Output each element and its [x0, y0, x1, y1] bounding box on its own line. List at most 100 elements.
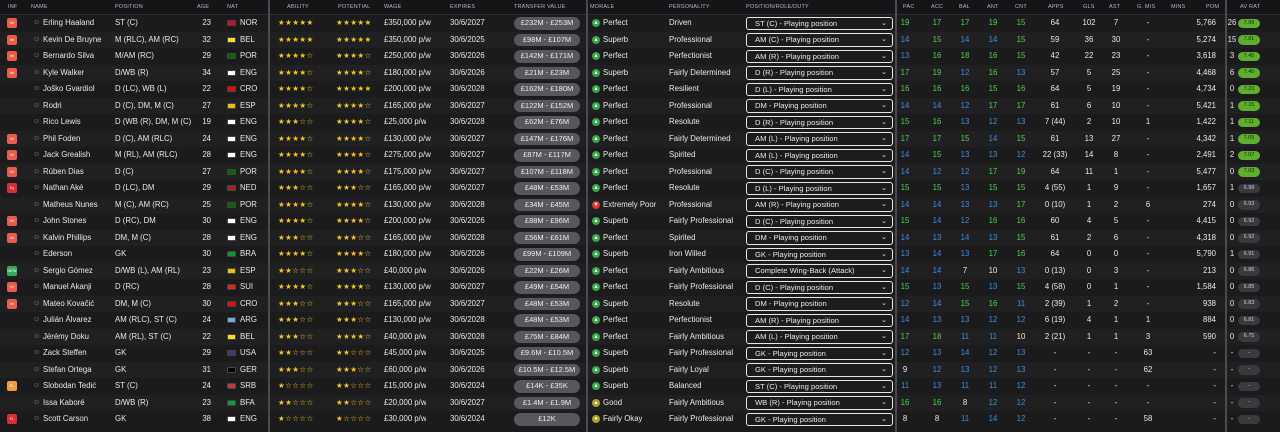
table-row[interactable]: ☺ Julián Álvarez AM (RLC), ST (C) 24 ARG ★★★☆… — [0, 312, 1280, 329]
info-badge[interactable]: Inf — [7, 150, 17, 160]
table-row[interactable]: Inf ☺ Phil Foden D (C), AM (RLC) 24 ENG ★★★★☆ ★… — [0, 130, 1280, 148]
info-badge[interactable]: Inf — [7, 133, 17, 144]
header-pac[interactable]: PAC — [903, 4, 915, 10]
role-duty-dropdown[interactable]: AM (L) - Playing position ⌄ — [746, 132, 893, 146]
header-personality[interactable]: PERSONALITY — [669, 4, 710, 10]
role-duty-dropdown[interactable]: DM - Playing position ⌄ — [746, 231, 893, 245]
player-name[interactable]: Ederson — [43, 246, 72, 263]
table-row[interactable]: ☺ Jérémy Doku AM (RL), ST (C) 22 BEL ★★★☆☆ ★★★… — [0, 328, 1280, 346]
role-duty-dropdown[interactable]: DM - Playing position ⌄ — [746, 99, 893, 113]
player-name[interactable]: Manuel Akanji — [43, 279, 92, 296]
role-duty-dropdown[interactable]: ST (C) - Playing position ⌄ — [746, 16, 893, 30]
info-badge[interactable]: Inf — [7, 18, 17, 28]
table-row[interactable]: Inf ☺ Bernardo Silva M/AM (RC) 29 POR ★★★★☆ ★★★… — [0, 48, 1280, 65]
table-row[interactable]: ☺ Stefan Ortega GK 31 GER ★★★☆☆ ★★★☆☆ £60,000 p… — [0, 361, 1280, 378]
table-row[interactable]: Inf ☺ Kyle Walker D/WB (R) 34 ENG ★★★★☆ ★★★★☆ £1… — [0, 64, 1280, 81]
info-badge[interactable]: Inf — [7, 232, 17, 243]
player-name[interactable]: Nathan Aké — [43, 180, 83, 197]
info-badge[interactable]: Inj — [7, 183, 17, 193]
header-expires[interactable]: EXPIRES — [450, 4, 475, 10]
table-row[interactable]: NEW ☺ Sergio Gómez D/WB (L), AM (RL) 23 ESP ★★… — [0, 262, 1280, 280]
player-name[interactable]: Scott Carson — [43, 411, 88, 428]
header-cnt[interactable]: CNT — [1015, 4, 1027, 10]
table-row[interactable]: ☺ Matheus Nunes M (C), AM (RC) 25 POR ★★★★☆ ★★… — [0, 196, 1280, 213]
player-name[interactable]: Sergio Gómez — [43, 263, 93, 280]
player-name[interactable]: Slobodan Tedić — [43, 378, 96, 395]
player-name[interactable]: Rodri — [43, 98, 62, 115]
table-row[interactable]: Inf ☺ Erling Haaland ST (C) 23 NOR ★★★★★ ★★★★★ £… — [0, 15, 1280, 32]
header-gls[interactable]: GLS — [1083, 4, 1095, 10]
header-morale[interactable]: MORALE — [590, 4, 614, 10]
role-duty-dropdown[interactable]: GK - Playing position ⌄ — [746, 363, 893, 377]
role-duty-dropdown[interactable]: D (R) - Playing position ⌄ — [746, 66, 893, 80]
player-name[interactable]: John Stones — [43, 213, 86, 230]
info-badge[interactable]: Inf — [7, 282, 17, 292]
player-name[interactable]: Jérémy Doku — [43, 329, 89, 346]
info-badge[interactable]: Inf — [7, 166, 17, 177]
table-row[interactable]: Inj ☺ Nathan Aké D (LC), DM 29 NED ★★★☆☆ ★★★☆☆ £… — [0, 180, 1280, 197]
player-name[interactable]: Kevin De Bruyne — [43, 32, 102, 49]
player-name[interactable]: Jack Grealish — [43, 147, 90, 164]
table-row[interactable]: Inf ☺ Jack Grealish M (RL), AM (RLC) 28 ENG ★★… — [0, 147, 1280, 164]
role-duty-dropdown[interactable]: D (C) - Playing position ⌄ — [746, 280, 893, 294]
table-row[interactable]: ☺ Issa Kaboré D/WB (R) 23 BFA ★★☆☆☆ ★★☆☆☆ £20,0… — [0, 394, 1280, 412]
player-name[interactable]: Joško Gvardiol — [43, 81, 95, 98]
info-badge[interactable]: Inf — [7, 34, 17, 45]
header-ant[interactable]: ANT — [987, 4, 999, 10]
info-badge[interactable]: NEW — [7, 265, 17, 276]
role-duty-dropdown[interactable]: AM (L) - Playing position ⌄ — [746, 148, 893, 162]
role-duty-dropdown[interactable]: GK - Playing position ⌄ — [746, 247, 893, 261]
player-name[interactable]: Phil Foden — [43, 131, 80, 148]
header-inf[interactable]: INF — [8, 4, 17, 10]
role-duty-dropdown[interactable]: ST (C) - Playing position ⌄ — [746, 379, 893, 393]
role-duty-dropdown[interactable]: D (C) - Playing position ⌄ — [746, 165, 893, 179]
info-badge[interactable]: Inf — [7, 51, 17, 61]
table-row[interactable]: ☺ Joško Gvardiol D (LC), WB (L) 22 CRO ★★★★☆ ★… — [0, 81, 1280, 98]
header-position[interactable]: POSITION — [115, 4, 143, 10]
table-row[interactable]: ☺ Ederson GK 30 BRA ★★★★☆ ★★★★☆ £180,000 p/w 30/… — [0, 246, 1280, 263]
player-name[interactable]: Kalvin Phillips — [43, 230, 91, 247]
header-pom[interactable]: POM — [1206, 4, 1219, 10]
table-row[interactable]: Inf ☺ Manuel Akanji D (RC) 28 SUI ★★★★☆ ★★★★☆ £1… — [0, 279, 1280, 296]
info-badge[interactable]: FL — [7, 381, 17, 391]
role-duty-dropdown[interactable]: D (L) - Playing position ⌄ — [746, 82, 893, 96]
table-row[interactable]: ☺ Rico Lewis D (WB (R), DM, M (C) 19 ENG ★★★☆… — [0, 114, 1280, 131]
table-row[interactable]: Inf ☺ Kevin De Bruyne M (RLC), AM (RC) 32 BEL… — [0, 31, 1280, 49]
player-name[interactable]: Julián Álvarez — [43, 312, 92, 329]
role-duty-dropdown[interactable]: GK - Playing position ⌄ — [746, 412, 893, 426]
role-duty-dropdown[interactable]: AM (C) - Playing position ⌄ — [746, 33, 893, 47]
player-name[interactable]: Erling Haaland — [43, 15, 94, 32]
role-duty-dropdown[interactable]: AM (L) - Playing position ⌄ — [746, 330, 893, 344]
header-name[interactable]: NAME — [31, 4, 48, 10]
role-duty-dropdown[interactable]: AM (R) - Playing position ⌄ — [746, 49, 893, 63]
table-row[interactable]: FL ☺ Scott Carson GK 38 ENG ★☆☆☆☆ ★☆☆☆☆ £30,000 … — [0, 411, 1280, 428]
header-age[interactable]: AGE — [197, 4, 209, 10]
role-duty-dropdown[interactable]: D (L) - Playing position ⌄ — [746, 181, 893, 195]
player-name[interactable]: Issa Kaboré — [43, 395, 85, 412]
role-duty-dropdown[interactable]: Complete Wing-Back (Attack) ⌄ — [746, 264, 893, 278]
header-transfer-value[interactable]: TRANSFER VALUE — [514, 4, 566, 10]
header-ability[interactable]: ABILITY — [287, 4, 309, 10]
player-name[interactable]: Bernardo Silva — [43, 48, 94, 65]
header-potential[interactable]: POTENTIAL — [338, 4, 370, 10]
table-row[interactable]: Inf ☺ Rúben Dias D (C) 27 POR ★★★★☆ ★★★★☆ £175,0… — [0, 163, 1280, 181]
role-duty-dropdown[interactable]: D (R) - Playing position ⌄ — [746, 115, 893, 129]
player-name[interactable]: Mateo Kovačić — [43, 296, 94, 313]
info-badge[interactable]: Inf — [7, 67, 17, 78]
header-acc[interactable]: ACC — [931, 4, 943, 10]
player-name[interactable]: Rico Lewis — [43, 114, 81, 131]
player-name[interactable]: Rúben Dias — [43, 164, 84, 181]
header-role[interactable]: POSITION/ROLE/DUTY — [746, 4, 809, 10]
table-row[interactable]: Inf ☺ Kalvin Phillips DM, M (C) 28 ENG ★★★☆☆ ★★… — [0, 229, 1280, 247]
table-row[interactable]: FL ☺ Slobodan Tedić ST (C) 24 SRB ★☆☆☆☆ ★★☆☆☆ £1… — [0, 378, 1280, 395]
header-wage[interactable]: WAGE — [384, 4, 401, 10]
info-badge[interactable]: Inf — [7, 298, 17, 309]
role-duty-dropdown[interactable]: DM - Playing position ⌄ — [746, 297, 893, 311]
info-badge[interactable]: FL — [7, 414, 17, 424]
table-row[interactable]: ☺ Rodri D (C), DM, M (C) 27 ESP ★★★★☆ ★★★★☆ £16… — [0, 97, 1280, 115]
table-row[interactable]: Inf ☺ John Stones D (RC), DM 30 ENG ★★★★☆ ★★★★☆… — [0, 213, 1280, 230]
player-name[interactable]: Zack Steffen — [43, 345, 87, 362]
header-av-rat[interactable]: AV RAT — [1240, 4, 1260, 10]
header-mins[interactable]: MINS — [1171, 4, 1186, 10]
role-duty-dropdown[interactable]: WB (R) - Playing position ⌄ — [746, 396, 893, 410]
